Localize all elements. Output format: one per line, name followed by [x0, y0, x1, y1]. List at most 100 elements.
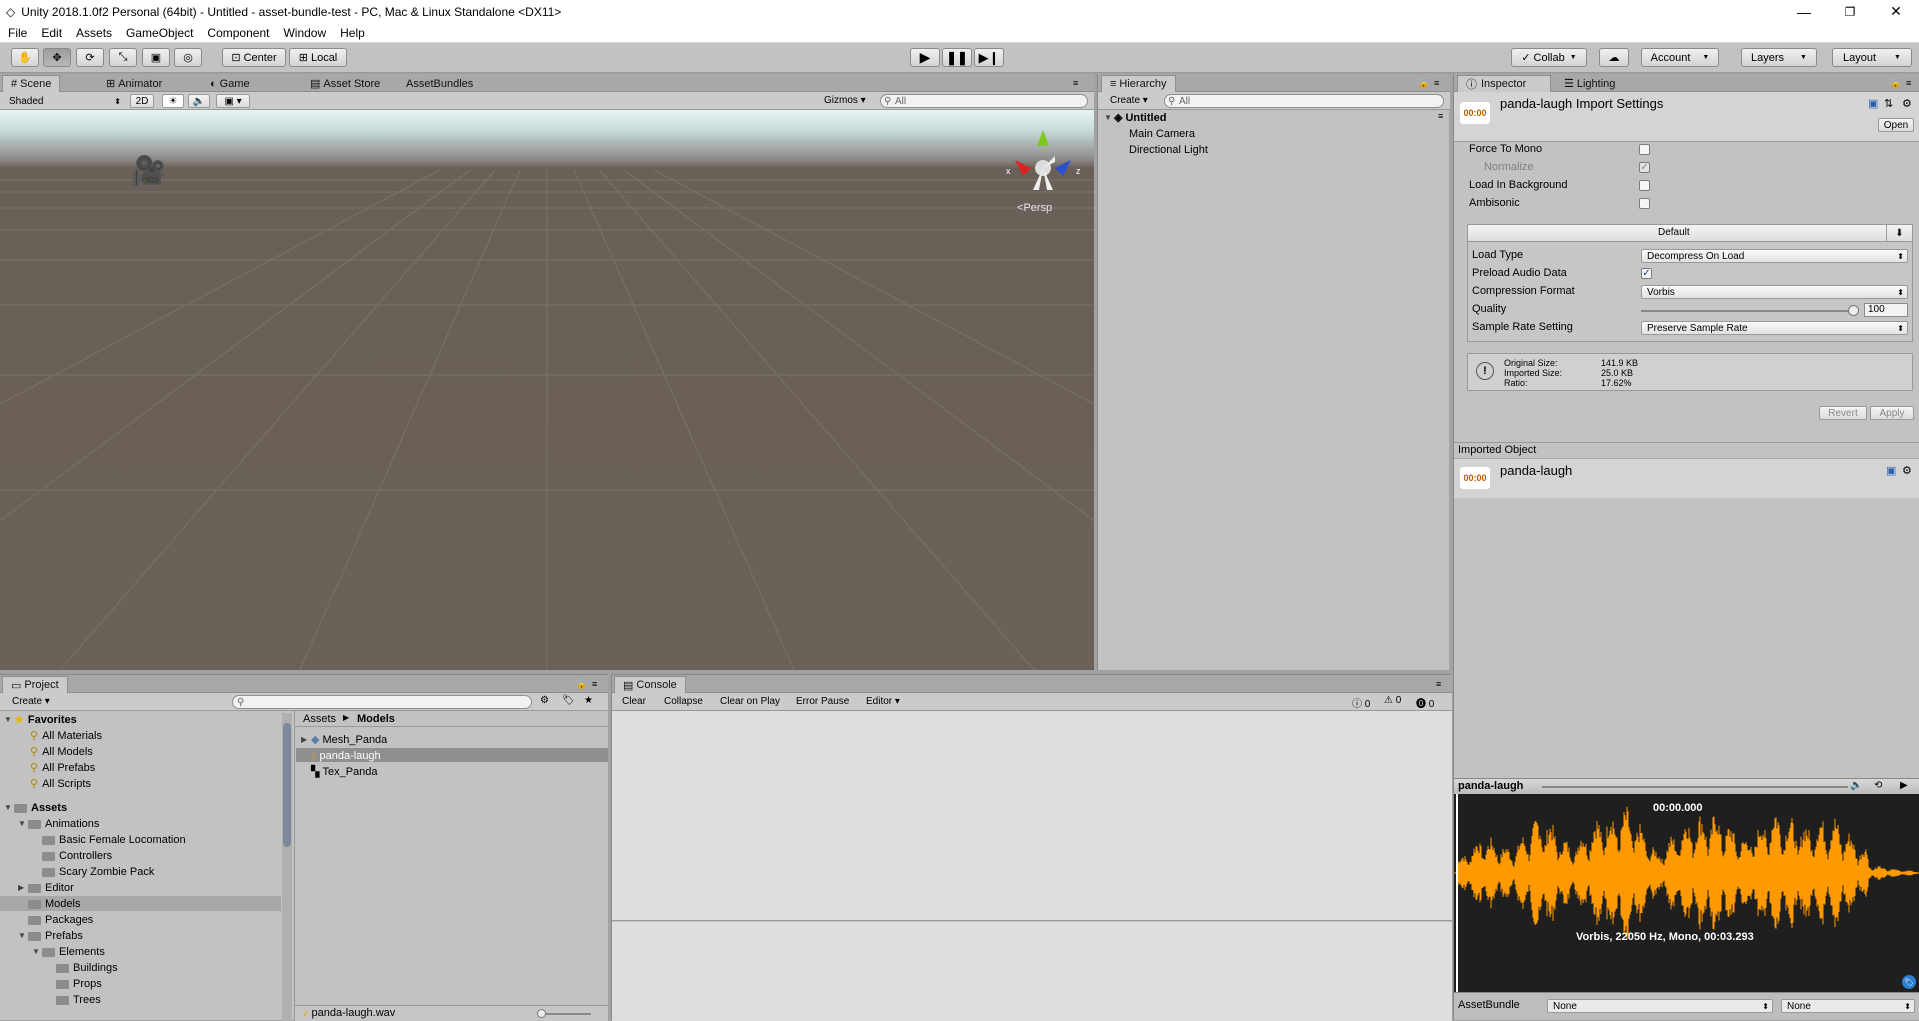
console-editor-dropdown[interactable]: Editor ▾ [866, 696, 900, 707]
maximize-icon[interactable]: ❐ [1827, 0, 1873, 23]
menu-edit[interactable]: Edit [33, 26, 68, 40]
lock-icon[interactable]: 🔒 [576, 679, 587, 690]
scene-search-input[interactable]: ⚲ All [880, 94, 1088, 108]
quality-slider-handle[interactable] [1848, 305, 1859, 316]
favorite-item[interactable]: ⚲ All Scripts [30, 777, 91, 791]
console-collapse-button[interactable]: Collapse [664, 696, 703, 707]
loop-icon[interactable]: ⟲ [1874, 780, 1882, 791]
preset-icon[interactable]: ⇅ [1884, 97, 1893, 110]
load-type-dropdown[interactable]: Decompress On Load [1641, 249, 1908, 263]
favorites-row[interactable]: ▼ ★ Favorites [4, 713, 77, 727]
tab-animator[interactable]: ⊞ Animator [98, 75, 170, 92]
expand-arrow-icon[interactable]: ▼ [32, 947, 42, 956]
folder-tree-item[interactable]: ▼ Animations [18, 817, 99, 830]
hierarchy-item-main-camera[interactable]: Main Camera [1129, 127, 1195, 140]
step-button[interactable]: ▶❙ [974, 48, 1004, 67]
transform-tool-icon[interactable]: ◎ [174, 48, 202, 67]
2d-toggle[interactable]: 2D [130, 94, 154, 108]
lighting-toggle-icon[interactable]: ☀ [162, 94, 184, 108]
minimize-icon[interactable]: — [1781, 0, 1827, 23]
folder-tree-item[interactable]: ▼ Elements [32, 945, 105, 958]
warning-count[interactable]: ⚠ 0 [1384, 695, 1401, 706]
hierarchy-search-input[interactable]: ⚲ All [1164, 94, 1444, 108]
console-detail-area[interactable] [612, 922, 1452, 1021]
lock-icon[interactable]: 🔒 [1890, 78, 1901, 89]
favorite-star-icon[interactable]: ★ [584, 695, 593, 706]
tab-game[interactable]: ◐ Game [202, 75, 258, 92]
menu-help[interactable]: Help [332, 26, 371, 40]
gear-icon[interactable]: ⚙ [1902, 97, 1912, 110]
tab-project[interactable]: ▭ Project [2, 676, 68, 693]
move-tool-icon[interactable]: ✥ [43, 48, 71, 67]
menu-gameobject[interactable]: GameObject [118, 26, 199, 40]
sample-rate-dropdown[interactable]: Preserve Sample Rate [1641, 321, 1908, 335]
folder-tree-item[interactable]: Packages [18, 913, 93, 926]
favorite-item[interactable]: ⚲ All Prefabs [30, 761, 95, 775]
quality-input[interactable]: 100 [1864, 303, 1908, 317]
folder-tree-item[interactable]: Props [46, 977, 102, 990]
expand-arrow-icon[interactable]: ▼ [18, 819, 28, 828]
favorite-item[interactable]: ⚲ All Models [30, 745, 93, 759]
folder-tree-item[interactable]: Buildings [46, 961, 118, 974]
audio-toggle-icon[interactable]: 🔈 [188, 94, 210, 108]
help-icon[interactable]: ▣ [1886, 464, 1896, 477]
panel-menu-icon[interactable]: ≡ [1906, 78, 1911, 88]
orientation-gizmo[interactable] [1003, 130, 1087, 198]
tree-scrollbar-thumb[interactable] [283, 723, 291, 847]
info-count[interactable]: ⓘ 0 [1352, 695, 1370, 710]
favorite-item[interactable]: ⚲ All Materials [30, 729, 102, 743]
revert-button[interactable]: Revert [1819, 406, 1867, 420]
tab-console[interactable]: ▤ Console [614, 676, 686, 693]
close-icon[interactable]: ✕ [1873, 0, 1919, 23]
tree-scrollbar[interactable] [282, 713, 292, 1021]
project-search-input[interactable]: ⚲ [232, 695, 532, 709]
menu-window[interactable]: Window [275, 26, 332, 40]
console-clear-on-play-button[interactable]: Clear on Play [720, 696, 780, 707]
filter-label-icon[interactable]: 🏷 [562, 695, 575, 706]
play-button[interactable]: ▶ [910, 48, 940, 67]
tab-assetbundles[interactable]: AssetBundles [398, 75, 481, 92]
menu-assets[interactable]: Assets [68, 26, 118, 40]
hierarchy-create-dropdown[interactable]: Create ▾ [1110, 95, 1148, 106]
platform-tab-default[interactable]: Default ⬇ [1468, 225, 1912, 242]
menu-component[interactable]: Component [199, 26, 275, 40]
assetbundle-variant-dropdown[interactable]: None [1781, 999, 1915, 1013]
folder-tree-item[interactable]: Models [18, 897, 80, 910]
breadcrumb-assets[interactable]: Assets [303, 713, 336, 725]
console-log-list[interactable] [612, 711, 1452, 921]
panel-menu-icon[interactable]: ≡ [592, 679, 597, 689]
hand-tool-icon[interactable]: ✋ [11, 48, 39, 67]
quality-slider-track[interactable] [1641, 310, 1853, 312]
effects-toggle-icon[interactable]: ▣ ▾ [216, 94, 250, 108]
preview-waveform-area[interactable]: 00:00.000 Vorbis, 22050 Hz, Mono, 00:03.… [1454, 794, 1919, 992]
open-button[interactable]: Open [1878, 118, 1914, 132]
icon-size-slider[interactable] [539, 1013, 591, 1015]
folder-tree-item[interactable]: ▼ Prefabs [18, 929, 83, 942]
mute-icon[interactable]: 🔈 [1850, 780, 1862, 791]
filter-type-icon[interactable]: ⚙ [540, 695, 549, 706]
camera-gizmo-icon[interactable]: 🎥 [131, 154, 166, 187]
rect-tool-icon[interactable]: ▣ [142, 48, 170, 67]
projection-label[interactable]: <Persp [1017, 202, 1052, 214]
gear-icon[interactable]: ⚙ [1902, 464, 1912, 477]
shading-mode-dropdown[interactable]: Shaded [4, 94, 124, 108]
download-icon[interactable]: ⬇ [1886, 225, 1912, 241]
scale-tool-icon[interactable]: ⤡ [109, 48, 137, 67]
tab-inspector[interactable]: ⓘ Inspector [1457, 75, 1551, 92]
account-button[interactable]: Account ▼ [1641, 48, 1719, 67]
menu-file[interactable]: File [0, 26, 33, 40]
tab-asset-store[interactable]: ▤ Asset Store [302, 75, 388, 92]
folder-tree-item[interactable]: ▶ Editor [18, 881, 74, 894]
load-in-background-checkbox[interactable] [1639, 180, 1650, 191]
console-error-pause-button[interactable]: Error Pause [796, 696, 849, 707]
folder-tree-item[interactable]: Scary Zombie Pack [32, 865, 154, 878]
ambisonic-checkbox[interactable] [1639, 198, 1650, 209]
play-preview-icon[interactable]: ▶ [1900, 780, 1908, 791]
apply-button[interactable]: Apply [1870, 406, 1914, 420]
lock-icon[interactable]: 🔒 [1418, 78, 1429, 89]
scene-viewport[interactable]: 🎥 x z <Persp [0, 110, 1094, 670]
assets-root-row[interactable]: ▼ Assets [4, 801, 67, 814]
breadcrumb-models[interactable]: Models [357, 713, 395, 725]
folder-tree-item[interactable]: Basic Female Locomation [32, 833, 186, 846]
layers-button[interactable]: Layers ▼ [1741, 48, 1817, 67]
